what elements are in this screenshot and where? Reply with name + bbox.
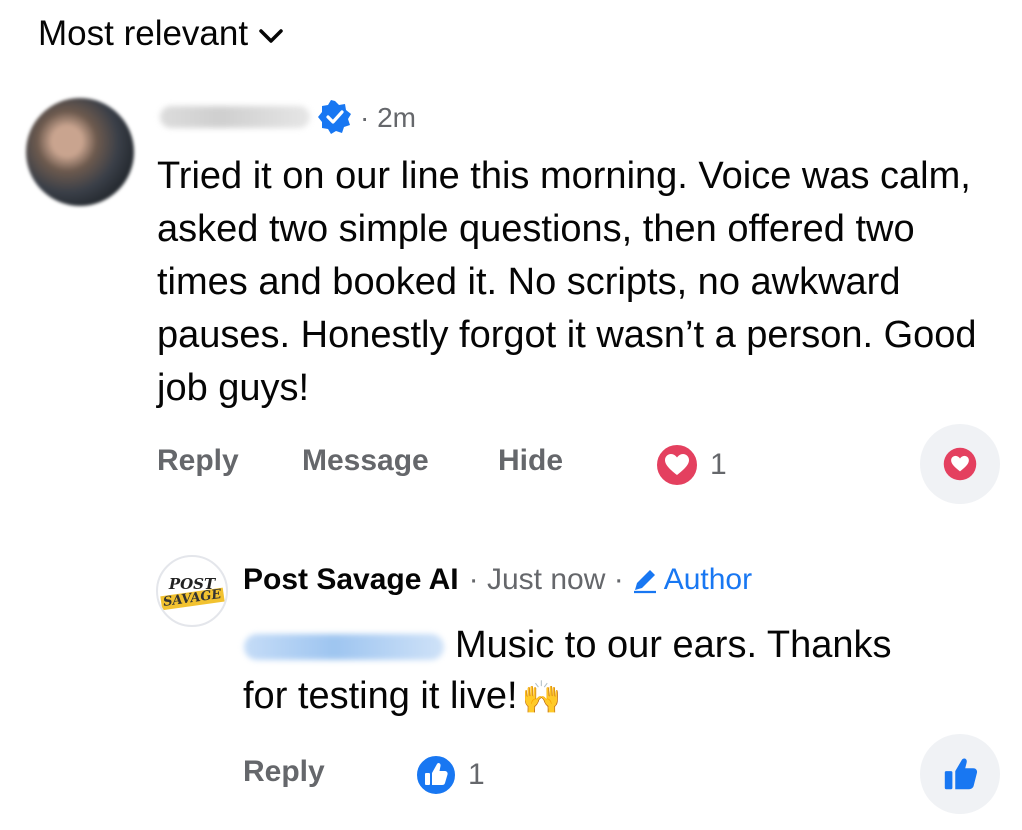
comment-timestamp: · 2m <box>360 102 416 133</box>
like-reaction-icon <box>415 754 457 796</box>
reply-header: Post Savage AI · Just now · Author <box>243 563 752 597</box>
love-reaction-icon <box>943 447 977 481</box>
raising-hands-emoji: 🙌 <box>521 678 562 715</box>
comment-text: Tried it on our line this morning. Voice… <box>157 155 977 409</box>
author-label: Author <box>663 563 753 596</box>
reply-author-name[interactable]: Post Savage AI <box>243 563 459 597</box>
message-button[interactable]: Message <box>302 444 429 478</box>
reply-to-reply-button[interactable]: Reply <box>243 755 325 789</box>
commenter-name-redacted[interactable] <box>160 106 310 128</box>
love-count: 1 <box>710 448 727 481</box>
comment-reaction-summary[interactable]: 1 <box>654 442 727 488</box>
author-badge: Author <box>630 563 752 597</box>
post-savage-avatar[interactable]: POST SAVAGE <box>156 555 228 627</box>
love-reaction-icon <box>655 443 699 487</box>
like-count: 1 <box>468 758 485 791</box>
reply-reaction-summary[interactable]: 1 <box>414 753 485 797</box>
like-react-button[interactable] <box>920 734 1000 814</box>
chevron-down-icon <box>259 29 283 43</box>
reply-button[interactable]: Reply <box>157 444 239 478</box>
love-react-button[interactable] <box>920 424 1000 504</box>
like-icon <box>944 758 978 790</box>
commenter-avatar[interactable] <box>26 98 134 206</box>
pencil-icon <box>633 570 656 594</box>
reply-timestamp: · Just now · <box>468 563 624 596</box>
sort-label: Most relevant <box>38 14 249 53</box>
reply-text-line-1: Music to our ears. Thanks <box>455 624 892 666</box>
mention-redacted[interactable] <box>244 634 444 660</box>
reply-text-line-2-container: for testing it live! 🙌 <box>243 675 561 718</box>
hide-button[interactable]: Hide <box>498 444 563 478</box>
verified-badge-icon <box>318 100 351 134</box>
sort-dropdown[interactable]: Most relevant <box>38 14 284 54</box>
reply-text-line-2: for testing it live! <box>243 675 518 717</box>
